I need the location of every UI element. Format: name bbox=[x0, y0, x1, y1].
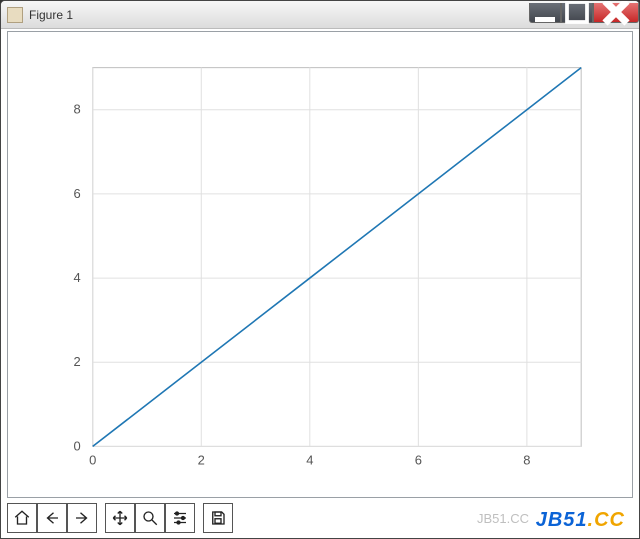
save-icon bbox=[209, 509, 227, 527]
sliders-icon bbox=[171, 509, 189, 527]
back-button[interactable] bbox=[37, 503, 67, 533]
arrow-left-icon bbox=[43, 509, 61, 527]
svg-text:0: 0 bbox=[74, 438, 81, 453]
svg-text:0: 0 bbox=[89, 452, 96, 467]
plot-area[interactable]: 0 2 4 6 8 0 2 4 6 8 bbox=[8, 32, 632, 497]
configure-button[interactable] bbox=[165, 503, 195, 533]
watermark-right: .CC bbox=[588, 509, 625, 531]
svg-text:8: 8 bbox=[74, 102, 81, 117]
svg-text:6: 6 bbox=[74, 186, 81, 201]
watermark-brand: JB51.CC bbox=[536, 509, 625, 532]
app-icon bbox=[7, 7, 23, 23]
plot-canvas-container: 0 2 4 6 8 0 2 4 6 8 bbox=[7, 31, 633, 498]
close-button[interactable] bbox=[593, 3, 639, 23]
figure-window: Figure 1 0 2 4 6 8 0 2 4 6 8 bbox=[0, 0, 640, 539]
watermark-left: JB51 bbox=[536, 509, 588, 531]
move-icon bbox=[111, 509, 129, 527]
arrow-right-icon bbox=[73, 509, 91, 527]
home-button[interactable] bbox=[7, 503, 37, 533]
svg-text:8: 8 bbox=[523, 452, 530, 467]
svg-text:2: 2 bbox=[74, 354, 81, 369]
watermark-sub: JB51.CC bbox=[477, 511, 529, 526]
zoom-button[interactable] bbox=[135, 503, 165, 533]
zoom-icon bbox=[141, 509, 159, 527]
save-button[interactable] bbox=[203, 503, 233, 533]
line-chart: 0 2 4 6 8 0 2 4 6 8 bbox=[8, 32, 632, 497]
forward-button[interactable] bbox=[67, 503, 97, 533]
window-title: Figure 1 bbox=[29, 8, 529, 22]
maximize-button[interactable] bbox=[561, 3, 593, 23]
svg-text:2: 2 bbox=[198, 452, 205, 467]
minimize-button[interactable] bbox=[529, 3, 561, 23]
pan-button[interactable] bbox=[105, 503, 135, 533]
svg-text:6: 6 bbox=[415, 452, 422, 467]
svg-text:4: 4 bbox=[74, 270, 81, 285]
home-icon bbox=[13, 509, 31, 527]
window-buttons bbox=[529, 3, 639, 23]
svg-text:4: 4 bbox=[306, 452, 313, 467]
titlebar[interactable]: Figure 1 bbox=[1, 1, 639, 29]
